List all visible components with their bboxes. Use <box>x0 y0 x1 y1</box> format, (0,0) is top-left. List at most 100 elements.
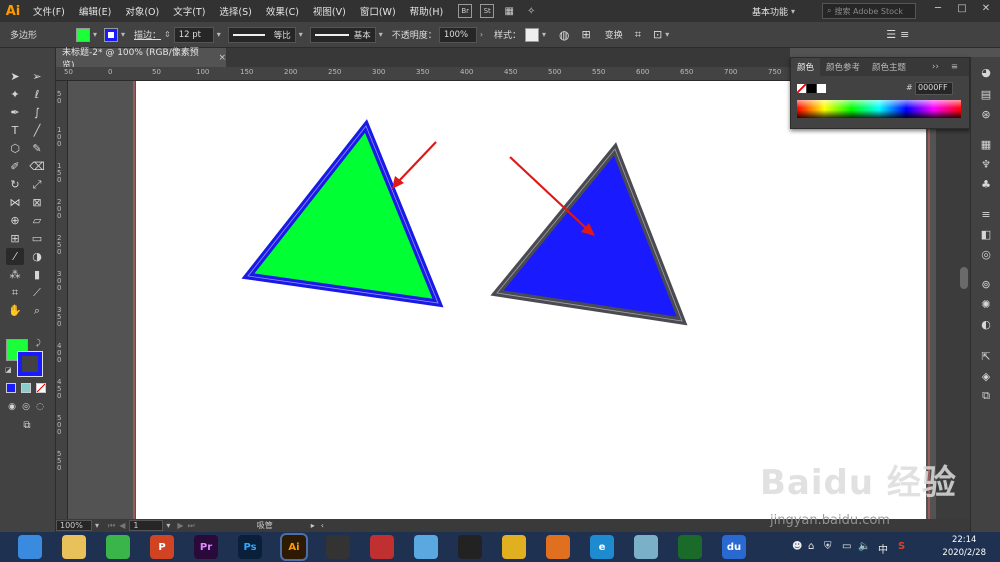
security-tray-icon[interactable]: ⛨ <box>824 541 832 552</box>
swap-colors-icon[interactable]: ⤸ <box>36 338 41 348</box>
taskbar-illustrator-icon[interactable]: Ai <box>280 533 308 561</box>
workspace-switcher[interactable]: 基本功能 ▾ <box>752 3 814 19</box>
isolate-icon[interactable]: ⌗ <box>635 28 641 42</box>
close-tab-icon[interactable]: × <box>218 53 226 63</box>
stock-search-input[interactable]: ⌕ 搜索 Adobe Stock <box>822 3 916 19</box>
first-artboard-icon[interactable]: ⏮ <box>108 521 115 531</box>
curvature-tool-icon[interactable]: ∫ <box>28 104 46 121</box>
horizontal-ruler[interactable]: 50 0 50 100 150 200 250 300 350 400 450 500 550 600 65… <box>56 67 790 81</box>
width-tool-icon[interactable]: ⋈ <box>6 194 24 211</box>
green-triangle[interactable] <box>241 119 444 308</box>
selection-tool-icon[interactable]: ➤ <box>6 68 24 85</box>
taskbar-premiere-icon[interactable]: Pr <box>194 535 218 559</box>
menu-edit[interactable]: 编辑(E) <box>72 4 118 18</box>
white-color-icon[interactable] <box>817 84 826 93</box>
more-options-icon[interactable]: ≡ <box>900 28 909 41</box>
color-themes-icon[interactable]: ⊛ <box>979 107 993 121</box>
tab-color-guide[interactable]: 颜色参考 <box>820 58 866 76</box>
gradient-panel-icon[interactable]: ◧ <box>979 227 993 241</box>
export-icon[interactable]: ⇱ <box>979 349 993 363</box>
stepper-icon[interactable]: ⇕ <box>164 30 171 39</box>
panel-menu-icon[interactable]: ☰ <box>886 28 896 41</box>
menu-object[interactable]: 对象(O) <box>118 4 166 18</box>
last-artboard-icon[interactable]: ⏭ <box>188 521 195 531</box>
taskbar-green-app-icon[interactable] <box>678 535 702 559</box>
draw-inside-icon[interactable]: ◌ <box>31 398 49 415</box>
align-icon[interactable]: ⊞ <box>582 28 591 41</box>
direct-selection-tool-icon[interactable]: ➢ <box>28 68 46 85</box>
chevron-down-icon[interactable]: ▾ <box>217 30 221 39</box>
mesh-tool-icon[interactable]: ⊞ <box>6 230 24 247</box>
chevron-down-icon[interactable]: ▾ <box>166 521 170 530</box>
stroke-swatch[interactable] <box>104 27 119 42</box>
gradient-mode-icon[interactable] <box>21 383 31 393</box>
stock-button[interactable]: St <box>480 4 495 18</box>
menu-view[interactable]: 视图(V) <box>306 4 353 18</box>
column-graph-icon[interactable]: ▮ <box>28 266 46 283</box>
previous-artboard-icon[interactable]: ◀ <box>119 521 125 530</box>
scroll-left-icon[interactable]: ‹ <box>321 521 324 530</box>
eraser-icon[interactable]: ⌫ <box>28 158 46 175</box>
screen-mode-icon[interactable]: ⧉ <box>18 417 36 434</box>
chevron-right-icon[interactable]: › <box>480 30 483 39</box>
transparency-panel-icon[interactable]: ◎ <box>979 247 993 261</box>
chevron-down-icon[interactable]: ▾ <box>93 30 97 39</box>
none-color-icon[interactable] <box>797 84 806 93</box>
taskbar-wechat-icon[interactable] <box>106 535 130 559</box>
none-mode-icon[interactable] <box>36 383 46 393</box>
canvas-area[interactable] <box>68 81 936 519</box>
artboard-tool-icon[interactable]: ⌗ <box>6 284 24 301</box>
make-mask-icon[interactable]: ⊡ <box>653 28 662 41</box>
black-color-icon[interactable] <box>807 84 816 93</box>
paintbrush-icon[interactable]: ✎ <box>28 140 46 157</box>
chevron-down-icon[interactable]: ▾ <box>379 30 383 39</box>
taskbar-video-editor-icon[interactable] <box>326 535 350 559</box>
menu-help[interactable]: 帮助(H) <box>403 4 451 18</box>
next-artboard-icon[interactable]: ▶ <box>177 521 183 530</box>
zoom-tool-icon[interactable]: ⌕ <box>28 302 46 319</box>
tab-color[interactable]: 颜色 <box>791 58 821 76</box>
rotate-tool-icon[interactable]: ↻ <box>6 176 24 193</box>
variable-width-profile[interactable]: 等比 <box>227 26 296 43</box>
color-panel-icon[interactable]: ◕ <box>979 65 993 79</box>
taskbar-qq-icon[interactable] <box>458 535 482 559</box>
arrange-documents-icon[interactable]: ▦ <box>502 4 516 18</box>
taskbar-ie-icon[interactable]: e <box>590 535 614 559</box>
default-colors-icon[interactable]: ◪ <box>5 366 12 374</box>
chevron-down-icon[interactable]: ▾ <box>121 30 125 39</box>
scrollbar-thumb[interactable] <box>960 267 968 289</box>
zoom-field[interactable]: 100% <box>56 520 92 531</box>
slice-tool-icon[interactable]: ⟋ <box>28 284 46 301</box>
shaper-tool-icon[interactable]: ✐ <box>6 158 24 175</box>
chevron-down-icon[interactable]: ▾ <box>299 30 303 39</box>
hex-color-input[interactable]: 0000FF <box>915 82 953 95</box>
display-tray-icon[interactable]: ▭ <box>842 541 851 552</box>
blue-triangle[interactable] <box>490 142 688 326</box>
taskbar-powerpoint-icon[interactable]: P <box>150 535 174 559</box>
color-guide-icon[interactable]: ▤ <box>979 87 993 101</box>
status-arrow-icon[interactable]: ▸ <box>311 521 315 530</box>
appearance-panel-icon[interactable]: ⊚ <box>979 277 993 291</box>
type-tool-icon[interactable]: T <box>6 122 24 139</box>
collapse-panel-icon[interactable]: ›› <box>926 58 945 76</box>
taskbar-media-app-icon[interactable] <box>370 535 394 559</box>
polygon-tool-icon[interactable]: ⬡ <box>6 140 24 157</box>
taskbar-photoshop-icon[interactable]: Ps <box>238 535 262 559</box>
artboards-icon[interactable]: ⧉ <box>979 389 993 403</box>
symbol-sprayer-icon[interactable]: ⁂ <box>6 266 24 283</box>
swatches-icon[interactable]: ▦ <box>979 137 993 151</box>
tab-color-themes[interactable]: 颜色主题 <box>866 58 912 76</box>
opacity-field[interactable]: 100% <box>438 26 477 43</box>
fill-swatch[interactable] <box>76 27 90 42</box>
minimize-button[interactable]: ─ <box>928 3 948 19</box>
chevron-down-icon[interactable]: ▾ <box>542 30 546 39</box>
lasso-icon[interactable]: ℓ <box>28 86 46 103</box>
panel-menu-icon[interactable]: ≡ <box>945 58 964 76</box>
brushes-icon[interactable]: ♆ <box>979 157 993 171</box>
close-window-button[interactable]: ✕ <box>976 3 996 19</box>
brush-definition[interactable]: 基本 <box>309 26 376 43</box>
line-tool-icon[interactable]: ╱ <box>28 122 46 139</box>
color-spectrum[interactable] <box>797 100 961 118</box>
user-tray-icon[interactable]: ☻ <box>792 541 802 552</box>
bridge-button[interactable]: Br <box>458 4 473 18</box>
